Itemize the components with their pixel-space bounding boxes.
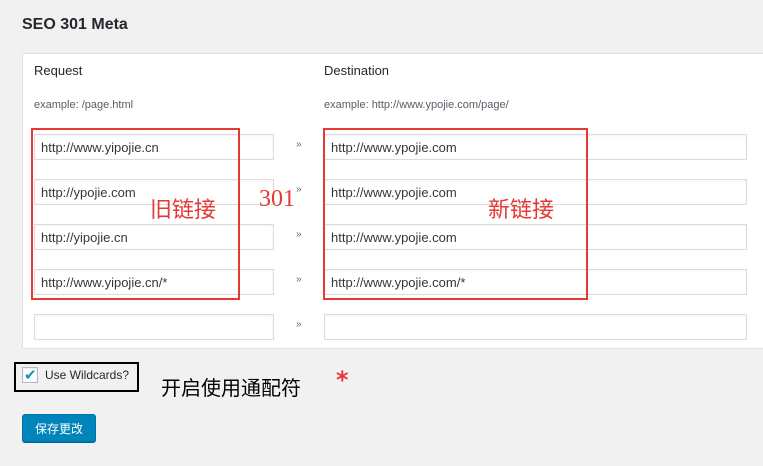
asterisk-annotation: * — [336, 366, 349, 394]
new-link-annotation: 新链接 — [488, 198, 555, 223]
redirect-arrow-icon: » — [296, 319, 302, 330]
redirect-arrow-icon: » — [296, 229, 302, 240]
destination-column-header: Destination — [324, 63, 390, 78]
redirect-arrow-icon: » — [296, 274, 302, 285]
destination-example: example: http://www.ypojie.com/page/ — [324, 99, 509, 111]
request-input-5[interactable] — [34, 314, 274, 340]
checkmark-icon: ✔ — [24, 366, 37, 384]
request-example: example: /page.html — [34, 99, 134, 111]
old-link-annotation: 旧链接 — [150, 198, 217, 223]
redirect-code-annotation: 301 — [259, 186, 295, 212]
enable-wildcards-annotation: 开启使用通配符 — [161, 376, 301, 400]
redirect-arrow-icon: » — [296, 184, 302, 195]
use-wildcards-label[interactable]: Use Wildcards? — [45, 368, 129, 382]
request-column-header: Request — [34, 63, 83, 78]
save-changes-button[interactable]: 保存更改 — [22, 414, 96, 442]
redirect-arrow-icon: » — [296, 139, 302, 150]
use-wildcards-checkbox[interactable]: ✔ — [22, 366, 38, 384]
destination-input-5[interactable] — [324, 314, 747, 340]
section-title: SEO 301 Meta — [22, 16, 128, 33]
